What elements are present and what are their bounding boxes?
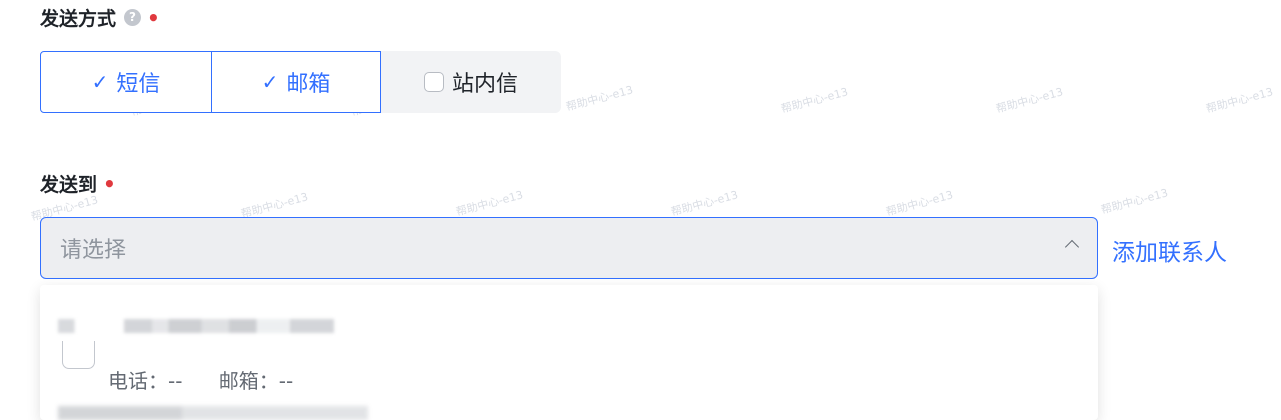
question-circle-icon[interactable]: ? [124, 9, 142, 26]
contact-option-checkbox[interactable] [62, 341, 95, 369]
add-contact-link[interactable]: 添加联系人 [1112, 233, 1227, 267]
recipient-select[interactable]: 请选择 [40, 217, 1098, 279]
chevron-up-icon [1064, 239, 1080, 255]
required-mark: • [103, 171, 116, 196]
watermark: 帮助中心-e13 [994, 85, 1065, 116]
checkbox-icon [423, 72, 444, 92]
option-email[interactable]: ✓ 邮箱 [211, 51, 381, 113]
check-icon: ✓ [261, 70, 279, 94]
send-method-label: 发送方式 [40, 8, 117, 30]
option-internal-message-label: 站内信 [451, 72, 518, 97]
option-email-label: 邮箱 [286, 72, 331, 97]
watermark: 帮助中心-e13 [454, 188, 525, 219]
send-to-label-row: 发送到 • [40, 170, 116, 197]
check-icon: ✓ [91, 70, 109, 94]
contact-email: 邮箱：-- [218, 369, 294, 393]
required-mark: • [147, 5, 160, 30]
contact-option-meta: 电话：-- 邮箱：-- [108, 365, 323, 394]
option-sms-label: 短信 [116, 72, 161, 97]
watermark: 帮助中心-e13 [1204, 85, 1275, 116]
watermark: 帮助中心-e13 [669, 188, 740, 219]
recipient-dropdown: 电话：-- 邮箱：-- [40, 285, 1098, 420]
option-internal-message[interactable]: 站内信 [381, 51, 561, 113]
next-option-redacted [58, 406, 368, 420]
watermark: 帮助中心-e13 [884, 188, 955, 219]
option-sms[interactable]: ✓ 短信 [40, 51, 212, 113]
watermark: 帮助中心-e13 [1099, 186, 1170, 217]
contact-name-redacted [58, 319, 334, 333]
send-method-options: ✓ 短信 ✓ 邮箱 站内信 [40, 51, 561, 113]
contact-phone: 电话：-- [108, 369, 183, 393]
recipient-select-placeholder: 请选择 [60, 238, 127, 263]
send-to-label: 发送到 [40, 174, 98, 196]
watermark: 帮助中心-e13 [564, 83, 635, 114]
watermark: 帮助中心-e13 [779, 85, 850, 116]
send-method-label-row: 发送方式 ? • [40, 4, 160, 31]
